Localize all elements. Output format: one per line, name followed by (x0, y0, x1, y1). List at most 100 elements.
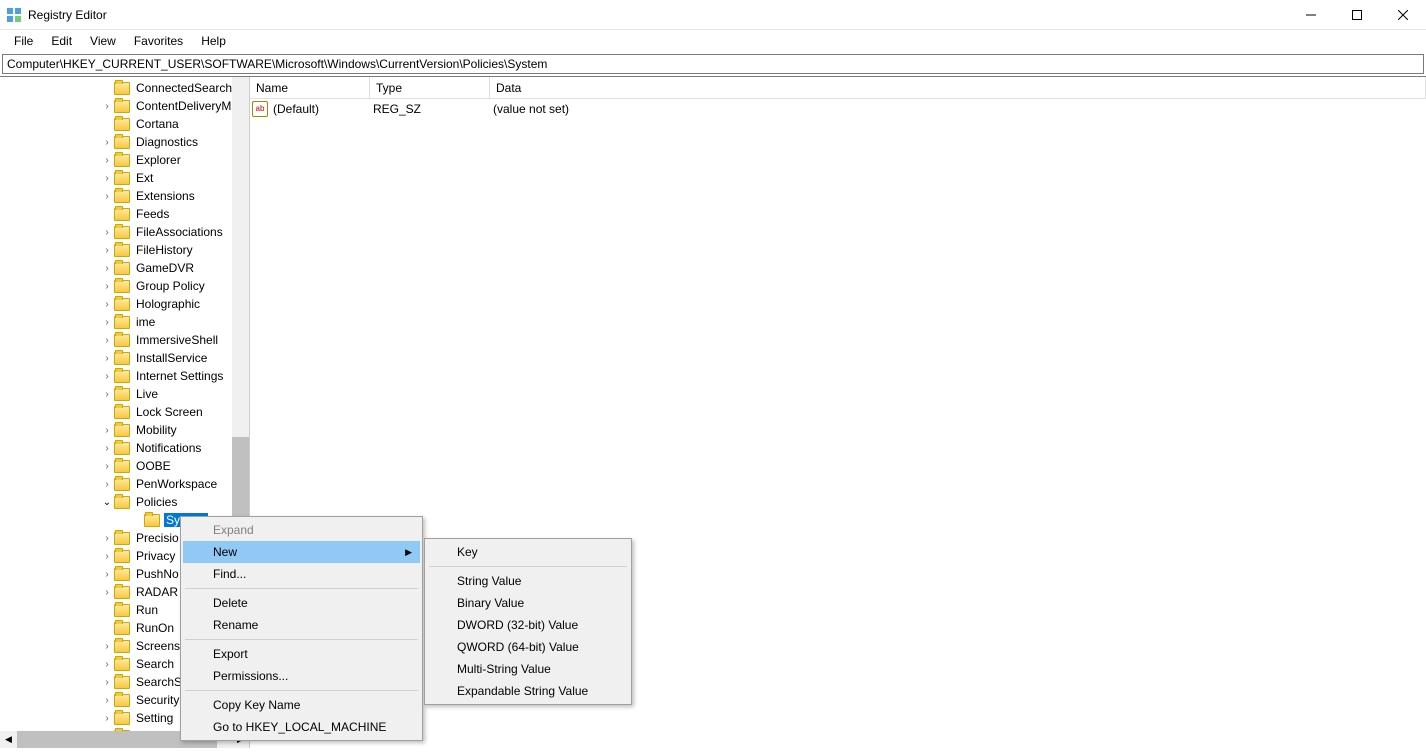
value-data: (value not set) (489, 102, 1426, 116)
tree-label: Notifications (134, 441, 203, 455)
col-data[interactable]: Data (490, 77, 1426, 99)
menu-item-dword-32-bit-value[interactable]: DWORD (32-bit) Value (427, 614, 629, 636)
menu-item-go-to-hkey-local-machine[interactable]: Go to HKEY_LOCAL_MACHINE (183, 716, 420, 738)
tree-item[interactable]: ›Diagnostics (0, 133, 249, 151)
tree-item[interactable]: › Group Policy (0, 277, 249, 295)
chevron-right-icon[interactable]: › (100, 569, 114, 580)
menu-item-expandable-string-value[interactable]: Expandable String Value (427, 680, 629, 702)
folder-icon (114, 568, 130, 581)
menu-item-export[interactable]: Export (183, 643, 420, 665)
menu-item-new[interactable]: New▶ (183, 541, 420, 563)
chevron-right-icon[interactable]: › (100, 227, 114, 238)
tree-label: FileHistory (134, 243, 195, 257)
menu-item-binary-value[interactable]: Binary Value (427, 592, 629, 614)
col-type[interactable]: Type (370, 77, 490, 99)
tree-label: Ext (134, 171, 155, 185)
tree-item[interactable]: Feeds (0, 205, 249, 223)
tree-item[interactable]: › Internet Settings (0, 367, 249, 385)
tree-item[interactable]: › Notifications (0, 439, 249, 457)
folder-icon (114, 388, 130, 401)
tree-item[interactable]: › Ext (0, 169, 249, 187)
tree-item[interactable]: ›Mobility (0, 421, 249, 439)
chevron-right-icon[interactable]: › (100, 299, 114, 310)
chevron-right-icon[interactable]: › (100, 695, 114, 706)
chevron-right-icon[interactable]: › (100, 281, 114, 292)
close-button[interactable] (1380, 0, 1426, 30)
menu-item-copy-key-name[interactable]: Copy Key Name (183, 694, 420, 716)
tree-item[interactable]: ›Live (0, 385, 249, 403)
tree-label: ConnectedSearch (134, 81, 234, 95)
submenu-arrow-icon: ▶ (405, 547, 412, 558)
menu-item-string-value[interactable]: String Value (427, 570, 629, 592)
tree-item[interactable]: ›FileAssociations (0, 223, 249, 241)
menu-item-delete[interactable]: Delete (183, 592, 420, 614)
tree-item[interactable]: ›Extensions (0, 187, 249, 205)
col-name[interactable]: Name (250, 77, 370, 99)
chevron-right-icon[interactable]: › (100, 443, 114, 454)
chevron-right-icon[interactable]: › (100, 317, 114, 328)
menu-item-multi-string-value[interactable]: Multi-String Value (427, 658, 629, 680)
folder-icon (114, 694, 130, 707)
folder-icon (114, 640, 130, 653)
chevron-right-icon[interactable]: › (100, 677, 114, 688)
chevron-right-icon[interactable]: › (100, 659, 114, 670)
chevron-right-icon[interactable]: › (100, 479, 114, 490)
menu-help[interactable]: Help (193, 32, 234, 50)
chevron-right-icon[interactable]: › (100, 425, 114, 436)
menu-file[interactable]: File (6, 32, 41, 50)
chevron-right-icon[interactable]: › (100, 587, 114, 598)
chevron-down-icon[interactable]: ⌄ (100, 497, 114, 508)
tree-label: ImmersiveShell (134, 333, 220, 347)
chevron-right-icon[interactable]: › (100, 173, 114, 184)
tree-item[interactable]: Cortana (0, 115, 249, 133)
menu-edit[interactable]: Edit (43, 32, 80, 50)
tree-item[interactable]: › ImmersiveShell (0, 331, 249, 349)
chevron-right-icon[interactable]: › (100, 191, 114, 202)
menu-item-find[interactable]: Find... (183, 563, 420, 585)
table-row[interactable]: ab(Default)REG_SZ(value not set) (250, 99, 1426, 119)
chevron-right-icon[interactable]: › (100, 245, 114, 256)
tree-item[interactable]: ›ime (0, 313, 249, 331)
tree-label: Group Policy (134, 279, 207, 293)
tree-label: Lock Screen (134, 405, 205, 419)
chevron-right-icon[interactable]: › (100, 335, 114, 346)
chevron-right-icon[interactable]: › (100, 137, 114, 148)
folder-icon (114, 622, 130, 635)
maximize-button[interactable] (1334, 0, 1380, 30)
tree-item[interactable]: › FileHistory (0, 241, 249, 259)
tree-item[interactable]: ›PenWorkspace (0, 475, 249, 493)
menu-item-permissions[interactable]: Permissions... (183, 665, 420, 687)
menu-view[interactable]: View (82, 32, 124, 50)
tree-item[interactable]: ›Holographic (0, 295, 249, 313)
tree-item[interactable]: ›GameDVR (0, 259, 249, 277)
chevron-right-icon[interactable]: › (100, 389, 114, 400)
titlebar: Registry Editor (0, 0, 1426, 30)
menu-item-key[interactable]: Key (427, 541, 629, 563)
folder-icon (114, 172, 130, 185)
tree-item[interactable]: ›Explorer (0, 151, 249, 169)
chevron-right-icon[interactable]: › (100, 371, 114, 382)
menu-favorites[interactable]: Favorites (126, 32, 191, 50)
tree-label: Internet Settings (134, 369, 225, 383)
chevron-right-icon[interactable]: › (100, 533, 114, 544)
tree-item[interactable]: ›InstallService (0, 349, 249, 367)
scroll-left-button[interactable]: ◀ (0, 731, 17, 748)
address-bar[interactable]: Computer\HKEY_CURRENT_USER\SOFTWARE\Micr… (2, 54, 1424, 74)
tree-item[interactable]: ›ContentDeliveryMa (0, 97, 249, 115)
chevron-right-icon[interactable]: › (100, 641, 114, 652)
tree-label: Screens (134, 639, 182, 653)
minimize-button[interactable] (1288, 0, 1334, 30)
chevron-right-icon[interactable]: › (100, 263, 114, 274)
chevron-right-icon[interactable]: › (100, 101, 114, 112)
chevron-right-icon[interactable]: › (100, 461, 114, 472)
tree-item[interactable]: ConnectedSearch (0, 79, 249, 97)
menu-item-qword-64-bit-value[interactable]: QWORD (64-bit) Value (427, 636, 629, 658)
chevron-right-icon[interactable]: › (100, 713, 114, 724)
chevron-right-icon[interactable]: › (100, 155, 114, 166)
menu-item-rename[interactable]: Rename (183, 614, 420, 636)
tree-item[interactable]: ⌄Policies (0, 493, 249, 511)
tree-item[interactable]: ›OOBE (0, 457, 249, 475)
chevron-right-icon[interactable]: › (100, 551, 114, 562)
tree-item[interactable]: Lock Screen (0, 403, 249, 421)
chevron-right-icon[interactable]: › (100, 353, 114, 364)
